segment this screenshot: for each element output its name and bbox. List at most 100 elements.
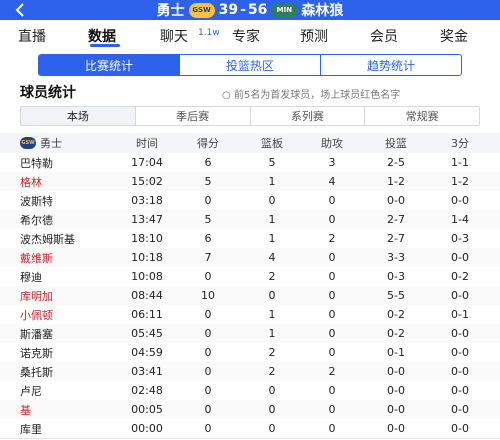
table-row[interactable]: 卢尼 02:48 0 0 0 0-0 0-0	[0, 381, 500, 400]
table-row[interactable]: 斯潘塞 05:45 0 1 0 0-2 0-0	[0, 324, 500, 343]
table-row[interactable]: 戴维斯 10:18 7 4 0 3-3 0-0	[0, 248, 500, 267]
player-name[interactable]: 希尔德	[20, 210, 110, 229]
player-points: 5	[204, 213, 212, 226]
away-team-name: 森林狼	[301, 3, 344, 19]
player-assists: 0	[328, 327, 336, 340]
player-rebounds: 5	[268, 156, 276, 169]
segment-match-stats[interactable]: 比赛统计	[39, 55, 180, 75]
table-row[interactable]: 库里 00:00 0 0 0 0-0 0-0	[0, 419, 500, 438]
player-field-goals: 2-5	[387, 156, 405, 169]
player-points: 0	[204, 327, 212, 340]
scope-tab-series[interactable]: 系列赛	[251, 107, 366, 125]
player-assists: 3	[328, 156, 336, 169]
player-time: 15:02	[131, 175, 163, 188]
player-name[interactable]: 波杰姆斯基	[20, 229, 110, 248]
tab-member[interactable]: 会员	[370, 26, 398, 46]
table-row[interactable]: 基 00:05 0 0 0 0-0 0-0	[0, 400, 500, 419]
tab-live[interactable]: 直播	[18, 26, 46, 46]
active-tab-indicator	[90, 44, 120, 47]
player-points: 0	[204, 270, 212, 283]
home-team-logo: GSW	[188, 2, 215, 18]
segment-shot-chart[interactable]: 投篮热区	[180, 55, 321, 75]
table-row[interactable]: 小佩顿 06:11 0 1 0 0-2 0-1	[0, 305, 500, 324]
table-row[interactable]: 希尔德 13:47 5 1 0 2-7 1-4	[0, 210, 500, 229]
player-three-pointers: 0-0	[451, 365, 469, 378]
player-field-goals: 2-7	[387, 232, 405, 245]
tab-expert[interactable]: 专家	[232, 26, 260, 46]
table-row[interactable]: 波杰姆斯基 18:10 6 1 2 2-7 0-3	[0, 229, 500, 248]
player-name[interactable]: 基	[20, 400, 110, 419]
header-rebounds[interactable]: 篮板	[246, 133, 298, 153]
table-row[interactable]: 库明加 08:44 10 0 0 5-5 0-0	[0, 286, 500, 305]
home-team-name: 勇士	[156, 3, 185, 19]
segment-trend-stats[interactable]: 趋势统计	[321, 55, 461, 75]
player-field-goals: 0-2	[387, 327, 405, 340]
table-row[interactable]: 波斯特 03:18 0 0 0 0-0 0-0	[0, 191, 500, 210]
section-title: 球员统计	[20, 85, 76, 101]
player-rebounds: 4	[268, 251, 276, 264]
player-rebounds: 1	[268, 213, 276, 226]
header-assists[interactable]: 助攻	[306, 133, 358, 153]
player-name[interactable]: 穆迪	[20, 267, 110, 286]
player-time: 03:18	[131, 194, 163, 207]
player-field-goals: 0-2	[387, 308, 405, 321]
scope-tabs: 本场 季后赛 系列赛 常规赛	[20, 106, 480, 126]
player-points: 10	[201, 289, 215, 302]
player-time: 17:04	[131, 156, 163, 169]
player-three-pointers: 0-0	[451, 384, 469, 397]
tab-bonus[interactable]: 奖金	[440, 26, 468, 46]
player-name[interactable]: 斯潘塞	[20, 324, 110, 343]
player-name[interactable]: 格林	[20, 172, 110, 191]
player-name[interactable]: 波斯特	[20, 191, 110, 210]
player-assists: 0	[328, 194, 336, 207]
player-assists: 0	[328, 308, 336, 321]
player-rebounds: 2	[268, 346, 276, 359]
player-rebounds: 0	[268, 422, 276, 435]
player-name[interactable]: 卢尼	[20, 381, 110, 400]
player-assists: 0	[328, 270, 336, 283]
tab-predict[interactable]: 预测	[300, 26, 328, 46]
player-name[interactable]: 小佩顿	[20, 305, 110, 324]
scope-tab-regular[interactable]: 常规赛	[365, 107, 479, 125]
player-points: 0	[204, 308, 212, 321]
player-time: 03:41	[131, 365, 163, 378]
player-rebounds: 1	[268, 232, 276, 245]
header-three-pointers[interactable]: 3分	[432, 133, 488, 153]
score-separator: -	[240, 2, 246, 18]
player-assists: 0	[328, 213, 336, 226]
player-name[interactable]: 桑托斯	[20, 362, 110, 381]
table-row[interactable]: 穆迪 10:08 0 2 0 0-3 0-2	[0, 267, 500, 286]
player-assists: 0	[328, 251, 336, 264]
player-points: 7	[204, 251, 212, 264]
player-time: 13:47	[131, 213, 163, 226]
player-time: 02:48	[131, 384, 163, 397]
player-points: 0	[204, 365, 212, 378]
player-name[interactable]: 库明加	[20, 286, 110, 305]
table-row[interactable]: 诺克斯 04:59 0 2 0 0-1 0-0	[0, 343, 500, 362]
tab-data[interactable]: 数据	[88, 26, 116, 46]
header-field-goals[interactable]: 投篮	[360, 133, 432, 153]
header-time[interactable]: 时间	[112, 133, 182, 153]
home-score: 39	[218, 2, 239, 18]
player-field-goals: 0-3	[387, 270, 405, 283]
player-time: 10:08	[131, 270, 163, 283]
header-points[interactable]: 得分	[182, 133, 234, 153]
table-row[interactable]: 桑托斯 03:41 0 2 2 0-0 0-0	[0, 362, 500, 381]
player-name[interactable]: 戴维斯	[20, 248, 110, 267]
scope-tab-playoffs[interactable]: 季后赛	[136, 107, 251, 125]
player-field-goals: 0-1	[387, 346, 405, 359]
player-points: 5	[204, 175, 212, 188]
player-name[interactable]: 库里	[20, 419, 110, 438]
tab-chat[interactable]: 聊天	[160, 26, 188, 46]
player-name[interactable]: 巴特勒	[20, 153, 110, 172]
player-assists: 0	[328, 384, 336, 397]
away-score: 56	[247, 2, 268, 18]
scope-tab-this-game[interactable]: 本场	[21, 107, 136, 125]
table-row[interactable]: 巴特勒 17:04 6 5 3 2-5 1-1	[0, 153, 500, 172]
player-field-goals: 0-0	[387, 365, 405, 378]
table-header-row: GSW 勇士 时间 得分 篮板 助攻 投篮 3分	[0, 133, 500, 153]
player-name[interactable]: 诺克斯	[20, 343, 110, 362]
table-row[interactable]: 格林 15:02 5 1 4 1-2 1-2	[0, 172, 500, 191]
player-three-pointers: 0-0	[451, 251, 469, 264]
player-three-pointers: 1-2	[451, 175, 469, 188]
